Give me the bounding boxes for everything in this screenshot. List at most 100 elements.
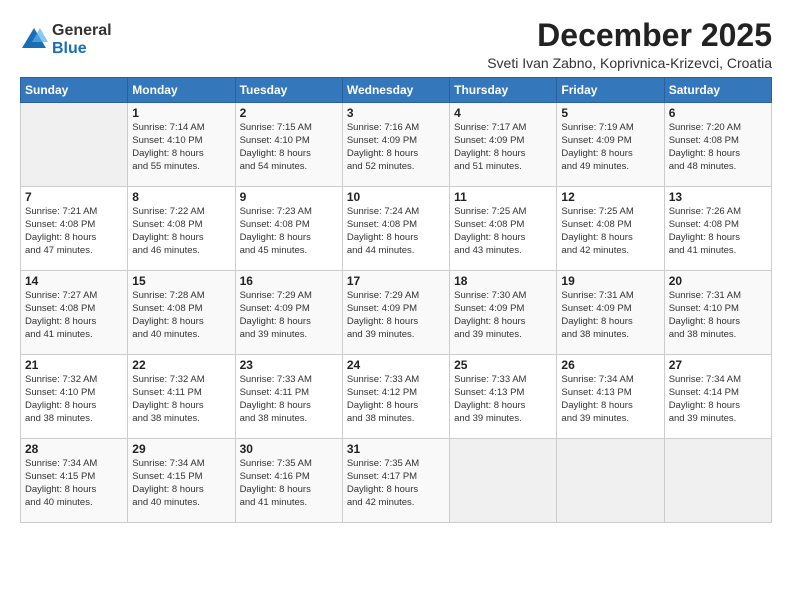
calendar-week-3: 14Sunrise: 7:27 AM Sunset: 4:08 PM Dayli… (21, 271, 772, 355)
day-number: 10 (347, 190, 445, 204)
calendar-cell: 17 Sunrise: 7:29 AM Sunset: 4:09 PM Dayli… (342, 271, 449, 355)
day-info: Sunrise: 7:23 AM Sunset: 4:08 PM Dayligh… (240, 206, 338, 257)
day-number: 21 (25, 358, 123, 372)
day-info: Sunrise: 7:35 AM Sunset: 4:16 PM Dayligh… (240, 458, 338, 509)
day-info: Sunrise: 7:31 AM Sunset: 4:10 PM Dayligh… (669, 290, 767, 341)
day-info: Sunrise: 7:32 AM Sunset: 4:10 PM Dayligh… (25, 374, 123, 425)
calendar-cell: 6 Sunrise: 7:20 AM Sunset: 4:08 PM Daylig… (664, 103, 771, 187)
day-number: 17 (347, 274, 445, 288)
day-info: Sunrise: 7:14 AM Sunset: 4:10 PM Dayligh… (132, 122, 230, 173)
logo-general: General (52, 22, 112, 40)
day-info: Sunrise: 7:20 AM Sunset: 4:08 PM Dayligh… (669, 122, 767, 173)
page: General Blue December 2025 Sveti Ivan Za… (0, 0, 792, 612)
calendar-cell: 4 Sunrise: 7:17 AM Sunset: 4:09 PM Daylig… (450, 103, 557, 187)
col-friday: Friday (557, 78, 664, 103)
calendar-cell: 24Sunrise: 7:33 AM Sunset: 4:12 PM Dayli… (342, 355, 449, 439)
day-number: 4 (454, 106, 552, 120)
calendar-cell: 5 Sunrise: 7:19 AM Sunset: 4:09 PM Daylig… (557, 103, 664, 187)
day-number: 1 (132, 106, 230, 120)
day-info: Sunrise: 7:19 AM Sunset: 4:09 PM Dayligh… (561, 122, 659, 173)
calendar-cell: 29 Sunrise: 7:34 AM Sunset: 4:15 PM Dayli… (128, 439, 235, 523)
day-number: 2 (240, 106, 338, 120)
calendar-body: 1 Sunrise: 7:14 AM Sunset: 4:10 PM Daylig… (21, 103, 772, 523)
day-number: 30 (240, 442, 338, 456)
col-wednesday: Wednesday (342, 78, 449, 103)
logo-text: General Blue (52, 22, 112, 57)
day-number: 12 (561, 190, 659, 204)
day-info: Sunrise: 7:16 AM Sunset: 4:09 PM Dayligh… (347, 122, 445, 173)
day-number: 19 (561, 274, 659, 288)
day-number: 5 (561, 106, 659, 120)
calendar-cell: 31 Sunrise: 7:35 AM Sunset: 4:17 PM Dayli… (342, 439, 449, 523)
calendar-cell: 20 Sunrise: 7:31 AM Sunset: 4:10 PM Dayli… (664, 271, 771, 355)
col-monday: Monday (128, 78, 235, 103)
day-number: 9 (240, 190, 338, 204)
day-info: Sunrise: 7:33 AM Sunset: 4:11 PM Dayligh… (240, 374, 338, 425)
day-number: 28 (25, 442, 123, 456)
calendar-cell: 19Sunrise: 7:31 AM Sunset: 4:09 PM Dayli… (557, 271, 664, 355)
calendar-table: Sunday Monday Tuesday Wednesday Thursday… (20, 77, 772, 523)
calendar-cell: 14Sunrise: 7:27 AM Sunset: 4:08 PM Dayli… (21, 271, 128, 355)
day-number: 16 (240, 274, 338, 288)
day-number: 31 (347, 442, 445, 456)
col-saturday: Saturday (664, 78, 771, 103)
day-info: Sunrise: 7:26 AM Sunset: 4:08 PM Dayligh… (669, 206, 767, 257)
day-info: Sunrise: 7:34 AM Sunset: 4:14 PM Dayligh… (669, 374, 767, 425)
col-tuesday: Tuesday (235, 78, 342, 103)
day-number: 20 (669, 274, 767, 288)
col-thursday: Thursday (450, 78, 557, 103)
day-info: Sunrise: 7:25 AM Sunset: 4:08 PM Dayligh… (561, 206, 659, 257)
logo-icon (20, 26, 48, 54)
header: General Blue December 2025 Sveti Ivan Za… (20, 18, 772, 71)
calendar-cell (664, 439, 771, 523)
calendar-cell: 3Sunrise: 7:16 AM Sunset: 4:09 PM Daylig… (342, 103, 449, 187)
logo-blue: Blue (52, 40, 112, 58)
calendar-cell: 27Sunrise: 7:34 AM Sunset: 4:14 PM Dayli… (664, 355, 771, 439)
calendar-cell (557, 439, 664, 523)
day-number: 18 (454, 274, 552, 288)
day-info: Sunrise: 7:33 AM Sunset: 4:13 PM Dayligh… (454, 374, 552, 425)
day-info: Sunrise: 7:28 AM Sunset: 4:08 PM Dayligh… (132, 290, 230, 341)
day-info: Sunrise: 7:25 AM Sunset: 4:08 PM Dayligh… (454, 206, 552, 257)
day-info: Sunrise: 7:34 AM Sunset: 4:15 PM Dayligh… (132, 458, 230, 509)
calendar-cell: 9 Sunrise: 7:23 AM Sunset: 4:08 PM Daylig… (235, 187, 342, 271)
calendar-cell: 13 Sunrise: 7:26 AM Sunset: 4:08 PM Dayli… (664, 187, 771, 271)
day-number: 11 (454, 190, 552, 204)
day-info: Sunrise: 7:35 AM Sunset: 4:17 PM Dayligh… (347, 458, 445, 509)
calendar-cell: 10 Sunrise: 7:24 AM Sunset: 4:08 PM Dayli… (342, 187, 449, 271)
calendar-cell: 7Sunrise: 7:21 AM Sunset: 4:08 PM Daylig… (21, 187, 128, 271)
day-number: 14 (25, 274, 123, 288)
day-number: 8 (132, 190, 230, 204)
day-number: 29 (132, 442, 230, 456)
calendar-cell: 28 Sunrise: 7:34 AM Sunset: 4:15 PM Dayli… (21, 439, 128, 523)
month-title: December 2025 (487, 18, 772, 53)
calendar-cell: 18Sunrise: 7:30 AM Sunset: 4:09 PM Dayli… (450, 271, 557, 355)
day-number: 23 (240, 358, 338, 372)
day-info: Sunrise: 7:17 AM Sunset: 4:09 PM Dayligh… (454, 122, 552, 173)
calendar-week-5: 28 Sunrise: 7:34 AM Sunset: 4:15 PM Dayli… (21, 439, 772, 523)
calendar-cell: 25Sunrise: 7:33 AM Sunset: 4:13 PM Dayli… (450, 355, 557, 439)
logo: General Blue (20, 22, 112, 57)
calendar-cell: 1 Sunrise: 7:14 AM Sunset: 4:10 PM Daylig… (128, 103, 235, 187)
day-number: 6 (669, 106, 767, 120)
calendar-cell: 15Sunrise: 7:28 AM Sunset: 4:08 PM Dayli… (128, 271, 235, 355)
calendar-cell: 12 Sunrise: 7:25 AM Sunset: 4:08 PM Dayli… (557, 187, 664, 271)
calendar-cell: 8 Sunrise: 7:22 AM Sunset: 4:08 PM Daylig… (128, 187, 235, 271)
calendar-cell: 30 Sunrise: 7:35 AM Sunset: 4:16 PM Dayli… (235, 439, 342, 523)
calendar-week-1: 1 Sunrise: 7:14 AM Sunset: 4:10 PM Daylig… (21, 103, 772, 187)
calendar-week-2: 7Sunrise: 7:21 AM Sunset: 4:08 PM Daylig… (21, 187, 772, 271)
day-info: Sunrise: 7:29 AM Sunset: 4:09 PM Dayligh… (347, 290, 445, 341)
calendar-cell (450, 439, 557, 523)
col-sunday: Sunday (21, 78, 128, 103)
day-info: Sunrise: 7:34 AM Sunset: 4:15 PM Dayligh… (25, 458, 123, 509)
calendar-cell: 22Sunrise: 7:32 AM Sunset: 4:11 PM Dayli… (128, 355, 235, 439)
day-info: Sunrise: 7:24 AM Sunset: 4:08 PM Dayligh… (347, 206, 445, 257)
day-info: Sunrise: 7:21 AM Sunset: 4:08 PM Dayligh… (25, 206, 123, 257)
location-title: Sveti Ivan Zabno, Koprivnica-Krizevci, C… (487, 55, 772, 71)
calendar-cell: 2Sunrise: 7:15 AM Sunset: 4:10 PM Daylig… (235, 103, 342, 187)
day-number: 13 (669, 190, 767, 204)
calendar-week-4: 21 Sunrise: 7:32 AM Sunset: 4:10 PM Dayli… (21, 355, 772, 439)
day-info: Sunrise: 7:22 AM Sunset: 4:08 PM Dayligh… (132, 206, 230, 257)
day-number: 26 (561, 358, 659, 372)
header-row: Sunday Monday Tuesday Wednesday Thursday… (21, 78, 772, 103)
